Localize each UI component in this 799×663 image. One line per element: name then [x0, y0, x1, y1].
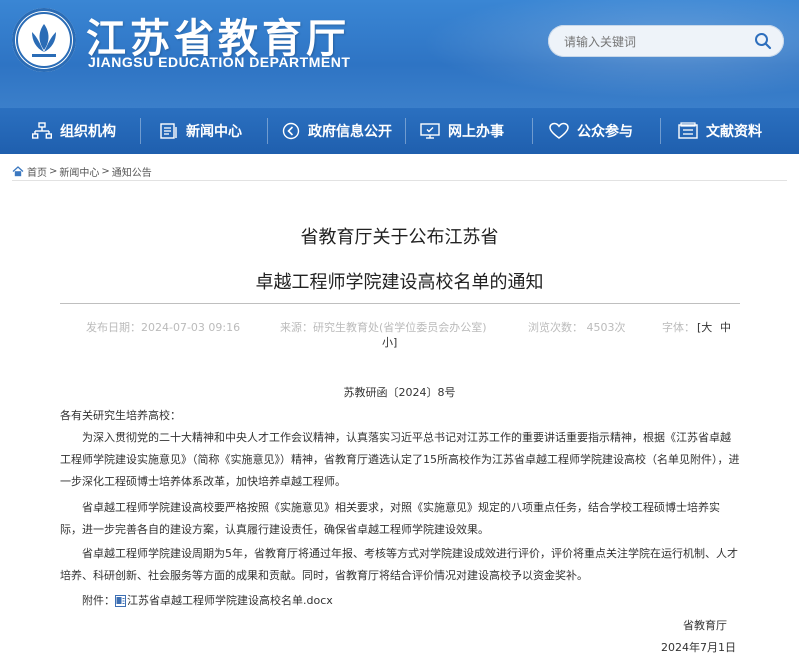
government-info-icon [282, 122, 300, 140]
nav-divider [267, 118, 268, 144]
nav-divider [660, 118, 661, 144]
article-title-line2: 卓越工程师学院建设高校名单的通知 [255, 272, 544, 293]
breadcrumb-divider [12, 180, 787, 181]
search-box [548, 25, 784, 57]
site-header: 江苏省教育厅 JIANGSU EDUCATION DEPARTMENT [0, 0, 799, 108]
attachment-label: 附件： [82, 594, 115, 607]
lotus-emblem-icon [16, 12, 72, 68]
nav-label: 组织机构 [60, 124, 116, 140]
search-input[interactable] [562, 31, 746, 53]
salutation: 各有关研究生培养高校： [60, 409, 181, 422]
online-service-icon [420, 123, 440, 139]
breadcrumb: 首页 > 新闻中心 > 通知公告 [12, 164, 154, 179]
breadcrumb-separator: > [49, 166, 58, 177]
breadcrumb-notice[interactable]: 通知公告 [112, 164, 152, 179]
breadcrumb-news[interactable]: 新闻中心 [59, 164, 99, 179]
font-size-large-button[interactable]: [大 [697, 319, 712, 335]
site-logo[interactable] [12, 8, 76, 72]
nav-item-documents[interactable]: 文献资料 [678, 108, 762, 154]
word-file-icon [115, 595, 126, 607]
paragraph-3: 省卓越工程师学院建设周期为5年，省教育厅将通过年报、考核等方式对学院建设成效进行… [60, 547, 738, 582]
nav-item-public-participation[interactable]: 公众参与 [549, 108, 633, 154]
publish-date: 发布日期：2024-07-03 09:16 [86, 321, 241, 334]
main-nav: 组织机构 新闻中心 政府信息公开 网上办事 公众参与 文献资料 [0, 108, 799, 154]
nav-label: 文献资料 [706, 124, 762, 140]
breadcrumb-home[interactable]: 首页 [27, 164, 47, 179]
document-number: 苏教研函〔2024〕8号 [343, 386, 456, 399]
site-title-english: JIANGSU EDUCATION DEPARTMENT [88, 54, 351, 70]
breadcrumb-separator: > [101, 166, 110, 177]
font-size-label: 字体： [662, 321, 695, 334]
view-count: 浏览次数： 4503次 [528, 321, 626, 334]
home-icon [12, 166, 24, 177]
paragraph-1: 为深入贯彻党的二十大精神和中央人才工作会议精神，认真落实习近平总书记对江苏工作的… [60, 431, 740, 488]
article-source: 来源：研究生教育处(省学位委员会办公室) [280, 321, 487, 334]
nav-item-news[interactable]: 新闻中心 [160, 108, 242, 154]
document-icon [678, 122, 698, 139]
search-icon[interactable] [754, 32, 772, 50]
attachment-row: 附件： 江苏省卓越工程师学院建设高校名单.docx [82, 590, 682, 612]
signer: 省教育厅 [683, 619, 727, 632]
article-title-line1: 省教育厅关于公布江苏省 [300, 227, 499, 248]
signed-date: 2024年7月1日 [661, 641, 736, 654]
paragraph-2: 省卓越工程师学院建设高校要严格按照《实施意见》相关要求，对照《实施意见》规定的八… [60, 501, 720, 536]
news-icon [160, 123, 177, 139]
heart-icon [549, 122, 569, 139]
nav-label: 新闻中心 [186, 124, 242, 140]
nav-divider [532, 118, 533, 144]
attachment-link[interactable]: 江苏省卓越工程师学院建设高校名单.docx [127, 590, 333, 612]
nav-item-organization[interactable]: 组织机构 [32, 108, 116, 154]
nav-divider [405, 118, 406, 144]
nav-label: 公众参与 [577, 124, 633, 140]
font-size-small-button[interactable]: 小] [382, 334, 397, 350]
nav-label: 政府信息公开 [308, 124, 392, 140]
nav-item-government-info[interactable]: 政府信息公开 [282, 108, 392, 154]
nav-divider [140, 118, 141, 144]
nav-item-online-service[interactable]: 网上办事 [420, 108, 504, 154]
font-size-medium-button[interactable]: 中 [720, 319, 731, 335]
title-divider [60, 303, 740, 304]
nav-label: 网上办事 [448, 124, 504, 140]
org-chart-icon [32, 122, 52, 139]
